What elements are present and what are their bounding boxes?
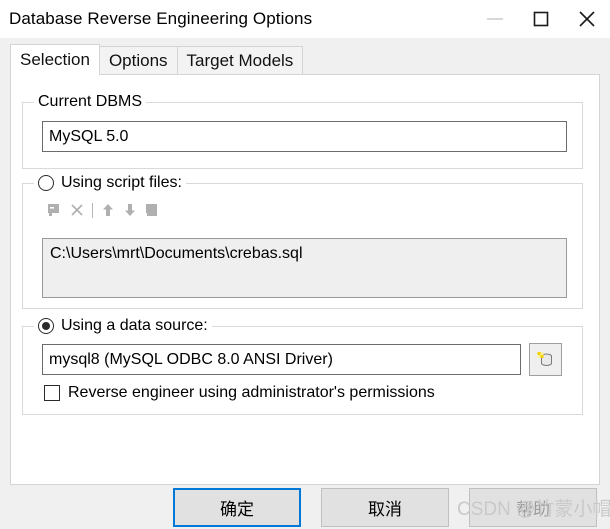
ok-button-label: 确定 <box>220 500 254 519</box>
script-files-toolbar <box>44 199 174 221</box>
admin-permissions-row[interactable]: Reverse engineer using administrator's p… <box>44 384 435 402</box>
current-dbms-legend: Current DBMS <box>34 93 147 111</box>
data-source-value: mysql8 (MySQL ODBC 8.0 ANSI Driver) <box>49 350 333 368</box>
edit-script-file-icon <box>145 204 157 216</box>
window-title: Database Reverse Engineering Options <box>9 9 313 28</box>
current-dbms-value: MySQL 5.0 <box>49 127 129 145</box>
tab-selection[interactable]: Selection <box>10 44 100 75</box>
delete-script-file-icon <box>71 204 83 216</box>
tab-options-label: Options <box>108 51 168 70</box>
move-up-button[interactable] <box>97 200 119 220</box>
select-data-source-button[interactable] <box>529 343 562 376</box>
title-bar: Database Reverse Engineering Options <box>0 0 610 38</box>
script-files-legend-label: Using script files: <box>61 174 182 191</box>
data-source-legend[interactable]: Using a data source: <box>34 317 212 335</box>
tab-selection-label: Selection <box>20 50 90 69</box>
add-script-file-button[interactable] <box>44 200 66 220</box>
data-source-legend-label: Using a data source: <box>61 317 208 334</box>
data-source-input[interactable]: mysql8 (MySQL ODBC 8.0 ANSI Driver) <box>42 344 521 375</box>
script-files-legend[interactable]: Using script files: <box>34 174 186 192</box>
current-dbms-legend-label: Current DBMS <box>38 93 143 110</box>
delete-script-file-button[interactable] <box>66 200 88 220</box>
use-script-files-radio[interactable] <box>38 175 54 191</box>
minimize-button[interactable] <box>472 0 518 38</box>
cancel-button[interactable]: 取消 <box>321 488 449 527</box>
maximize-button[interactable] <box>518 0 564 38</box>
help-button: 帮助 <box>469 488 597 527</box>
help-button-label: 帮助 <box>516 500 550 519</box>
list-item[interactable]: C:\Users\mrt\Documents\crebas.sql <box>50 244 566 264</box>
minimize-icon <box>487 18 503 20</box>
maximize-icon <box>533 11 549 27</box>
close-icon <box>579 11 595 27</box>
script-files-list[interactable]: C:\Users\mrt\Documents\crebas.sql <box>42 238 567 298</box>
move-down-button[interactable] <box>119 200 141 220</box>
admin-permissions-checkbox[interactable] <box>44 385 60 401</box>
close-button[interactable] <box>564 0 610 38</box>
toolbar-separator <box>92 202 93 218</box>
use-data-source-radio[interactable] <box>38 318 54 334</box>
move-down-icon <box>125 204 135 216</box>
add-script-file-icon <box>47 204 59 216</box>
tab-options[interactable]: Options <box>98 46 178 75</box>
admin-permissions-label: Reverse engineer using administrator's p… <box>68 384 435 401</box>
move-up-icon <box>103 204 113 216</box>
tab-strip: Selection Options Target Models <box>10 44 600 75</box>
edit-script-file-button[interactable] <box>141 200 163 220</box>
current-dbms-input[interactable]: MySQL 5.0 <box>42 121 567 152</box>
database-icon <box>537 351 552 366</box>
tab-target-models-label: Target Models <box>186 51 294 70</box>
tab-target-models[interactable]: Target Models <box>176 46 304 75</box>
cancel-button-label: 取消 <box>368 500 402 519</box>
ok-button[interactable]: 确定 <box>173 488 301 527</box>
